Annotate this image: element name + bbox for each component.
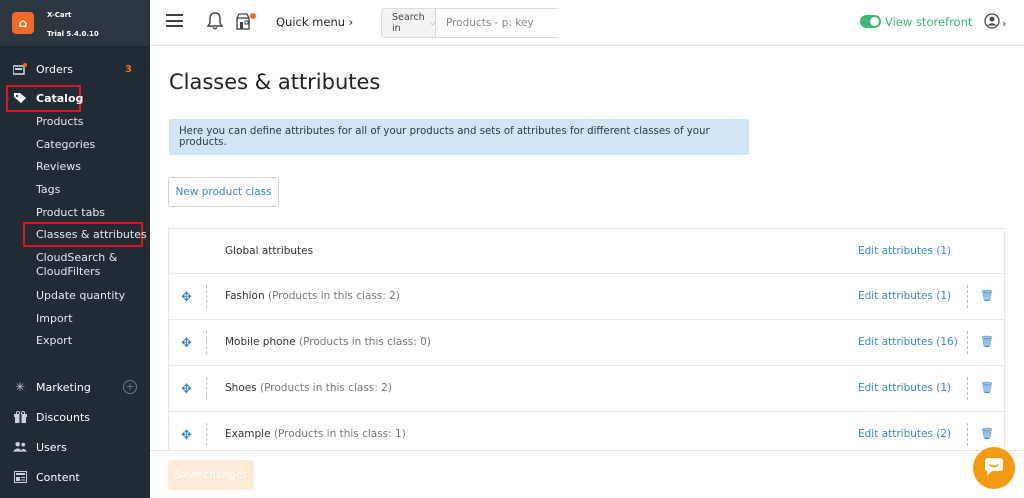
table-row: Global attributes Edit attributes (1): [169, 229, 1004, 274]
sidebar-item-import[interactable]: Import: [36, 312, 73, 325]
sticky-footer: Save changes: [150, 450, 1024, 498]
sidebar: ⌂ X-Cart Trial 5.4.0.10 Orders 3 Catalog…: [0, 0, 150, 498]
info-text: Here you can define attributes for all o…: [179, 126, 710, 148]
storefront-toggle[interactable]: [860, 15, 881, 28]
info-message: Here you can define attributes for all o…: [169, 119, 749, 155]
page-title: Classes & attributes: [169, 70, 381, 94]
xcart-logo-icon[interactable]: ⌂: [12, 12, 34, 34]
expand-plus-icon[interactable]: +: [123, 380, 137, 394]
sidebar-item-product-tabs[interactable]: Product tabs: [36, 206, 105, 219]
sidebar-item-cloudfilters[interactable]: CloudFilters: [36, 265, 100, 278]
class-count: (Products in this class: 2): [260, 382, 392, 394]
class-count: (Products in this class: 1): [273, 428, 406, 440]
sidebar-item-label: Content: [36, 470, 80, 484]
edit-attributes-link[interactable]: Edit attributes (1): [858, 245, 951, 257]
sidebar-item-content[interactable]: Content: [0, 469, 150, 485]
brand-header: ⌂ X-Cart Trial 5.4.0.10: [0, 0, 150, 46]
sidebar-item-products[interactable]: Products: [36, 115, 84, 128]
sidebar-item-tags[interactable]: Tags: [36, 183, 60, 196]
class-name[interactable]: Fashion: [225, 290, 265, 302]
new-product-class-button[interactable]: New product class: [168, 177, 279, 207]
drag-handle-icon[interactable]: ✥: [181, 290, 192, 305]
sidebar-item-marketing[interactable]: ✳ Marketing +: [0, 379, 150, 395]
sidebar-item-label: Marketing: [36, 380, 91, 394]
sidebar-item-orders[interactable]: Orders 3: [0, 61, 150, 77]
sidebar-item-label: Orders: [36, 62, 73, 76]
quick-menu-button[interactable]: Quick menu ›: [276, 15, 353, 29]
table-row: ✥ Mobile phone (Products in this class: …: [169, 320, 1004, 366]
class-name[interactable]: Mobile phone: [225, 336, 296, 348]
sidebar-item-users[interactable]: Users: [0, 439, 150, 455]
sidebar-item-update-quantity[interactable]: Update quantity: [36, 289, 125, 302]
search-input[interactable]: [435, 9, 578, 37]
sidebar-item-label: Catalog: [36, 91, 84, 105]
chevron-down-icon: ⌵: [429, 18, 435, 27]
user-avatar-icon: [984, 13, 1000, 33]
hamburger-menu-icon[interactable]: [166, 14, 183, 27]
sidebar-item-catalog[interactable]: Catalog: [0, 90, 150, 106]
class-count: (Products in this class: 0): [298, 336, 431, 348]
edit-attributes-link[interactable]: Edit attributes (1): [858, 382, 951, 394]
search-scope-select[interactable]: Search in ⌵: [382, 9, 436, 37]
content-icon: [13, 470, 27, 484]
table-row: ✥ Shoes (Products in this class: 2) Edit…: [169, 366, 1004, 412]
bell-icon[interactable]: [206, 12, 224, 30]
sidebar-item-label: Users: [36, 440, 67, 454]
class-count: (Products in this class: 2): [267, 290, 400, 302]
sidebar-item-reviews[interactable]: Reviews: [36, 160, 81, 173]
chat-icon[interactable]: [973, 447, 1015, 489]
trash-icon[interactable]: 🗑: [980, 289, 994, 302]
top-bar: Quick menu › Search in ⌵ View storefront…: [150, 0, 1024, 46]
view-storefront-link[interactable]: View storefront: [885, 15, 972, 29]
main-content: Classes & attributes Here you can define…: [150, 46, 1024, 498]
tag-icon: [13, 91, 27, 105]
sidebar-item-cloudsearch[interactable]: CloudSearch &: [36, 251, 117, 264]
user-menu[interactable]: ›: [984, 13, 1006, 33]
trash-icon[interactable]: 🗑: [980, 427, 994, 440]
sidebar-item-categories[interactable]: Categories: [36, 138, 95, 151]
class-name[interactable]: Shoes: [225, 382, 257, 394]
trash-icon[interactable]: 🗑: [980, 381, 994, 394]
brand-name: X-Cart: [47, 11, 72, 19]
marketing-icon: ✳: [14, 380, 26, 394]
edit-attributes-link[interactable]: Edit attributes (2): [858, 428, 951, 440]
users-icon: [13, 440, 27, 454]
classes-table: Global attributes Edit attributes (1) ✥ …: [168, 228, 1005, 458]
search-scope-label: Search in: [392, 12, 425, 34]
brand-version: Trial 5.4.0.10: [47, 30, 99, 38]
table-row: ✥ Fashion (Products in this class: 2) Ed…: [169, 274, 1004, 320]
sidebar-item-discounts[interactable]: Discounts: [0, 409, 150, 425]
edit-attributes-link[interactable]: Edit attributes (1): [858, 290, 951, 302]
save-changes-button[interactable]: Save changes: [168, 460, 254, 490]
drag-handle-icon[interactable]: ✥: [181, 382, 192, 397]
orders-icon: [13, 62, 27, 76]
search-box: Search in ⌵: [381, 8, 578, 38]
class-name[interactable]: Example: [225, 428, 271, 440]
edit-attributes-link[interactable]: Edit attributes (16): [858, 336, 958, 348]
sidebar-item-label: Discounts: [36, 410, 91, 424]
notification-dot: [250, 13, 256, 19]
sidebar-item-export[interactable]: Export: [36, 334, 72, 347]
chevron-right-icon: ›: [1002, 16, 1007, 30]
trash-icon[interactable]: 🗑: [980, 335, 994, 348]
drag-handle-icon[interactable]: ✥: [181, 336, 192, 351]
class-name: Global attributes: [225, 245, 314, 257]
orders-count-badge: 3: [125, 63, 132, 75]
drag-handle-icon[interactable]: ✥: [181, 428, 192, 443]
sidebar-item-classes-attributes[interactable]: Classes & attributes: [36, 228, 147, 241]
gift-icon: [13, 410, 27, 424]
